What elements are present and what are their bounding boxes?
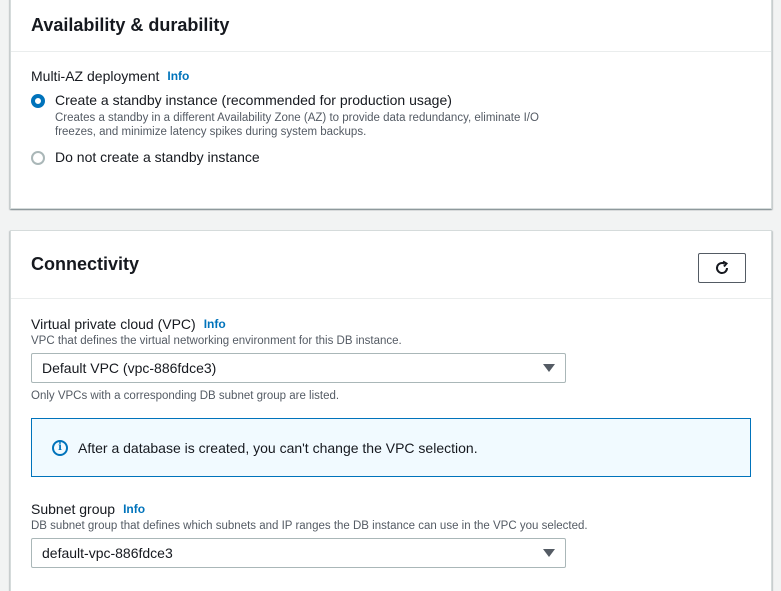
connectivity-title: Connectivity [31, 254, 140, 274]
subnet-info-link[interactable]: Info [123, 502, 145, 516]
vpc-alert-text: After a database is created, you can't c… [78, 439, 478, 456]
availability-title: Availability & durability [31, 14, 230, 35]
subnet-description: DB subnet group that defines which subne… [31, 520, 588, 532]
availability-header: Availability & durability [11, 0, 771, 52]
radio-no-standby-input[interactable] [31, 151, 45, 165]
vpc-description: VPC that defines the virtual networking … [31, 335, 402, 347]
info-circle-icon: i [52, 439, 68, 456]
vpc-label: Virtual private cloud (VPC) Info [31, 316, 751, 332]
caret-down-icon [543, 364, 555, 372]
vpc-info-alert: i After a database is created, you can't… [31, 418, 751, 477]
refresh-button[interactable] [698, 252, 746, 283]
multi-az-label: Multi-AZ deployment Info [31, 68, 751, 84]
vpc-label-text: Virtual private cloud (VPC) [31, 316, 196, 332]
caret-down-icon [543, 549, 555, 557]
radio-no-standby-label[interactable]: Do not create a standby instance [55, 149, 260, 165]
subnet-select-value: default-vpc-886fdce3 [42, 545, 173, 561]
connectivity-header: Connectivity [11, 231, 771, 299]
connectivity-body: Virtual private cloud (VPC) Info VPC tha… [11, 299, 771, 568]
radio-create-standby-input[interactable] [31, 94, 45, 108]
vpc-info-link[interactable]: Info [204, 317, 226, 331]
radio-create-standby-desc: Creates a standby in a different Availab… [55, 112, 539, 138]
multi-az-label-text: Multi-AZ deployment [31, 68, 160, 84]
radio-create-standby-text: Create a standby instance (recommended f… [55, 92, 565, 139]
radio-create-standby-label[interactable]: Create a standby instance (recommended f… [55, 92, 565, 108]
refresh-icon [716, 260, 729, 274]
vpc-hint: Only VPCs with a corresponding DB subnet… [31, 390, 340, 402]
subnet-label-text: Subnet group [31, 501, 116, 517]
multi-az-info-link[interactable]: Info [167, 69, 189, 83]
subnet-label: Subnet group Info [31, 501, 751, 517]
vpc-select[interactable]: Default VPC (vpc-886fdce3) [31, 353, 566, 383]
radio-create-standby[interactable]: Create a standby instance (recommended f… [31, 92, 751, 139]
radio-no-standby[interactable]: Do not create a standby instance [31, 149, 751, 165]
availability-panel: Availability & durability Multi-AZ deplo… [10, 0, 772, 209]
vpc-select-value: Default VPC (vpc-886fdce3) [42, 360, 217, 376]
subnet-select[interactable]: default-vpc-886fdce3 [31, 538, 566, 568]
availability-body: Multi-AZ deployment Info Create a standb… [11, 52, 771, 165]
subnet-group-field: Subnet group Info DB subnet group that d… [31, 501, 751, 568]
connectivity-panel: Connectivity Virtual private cloud (VPC)… [10, 230, 772, 591]
